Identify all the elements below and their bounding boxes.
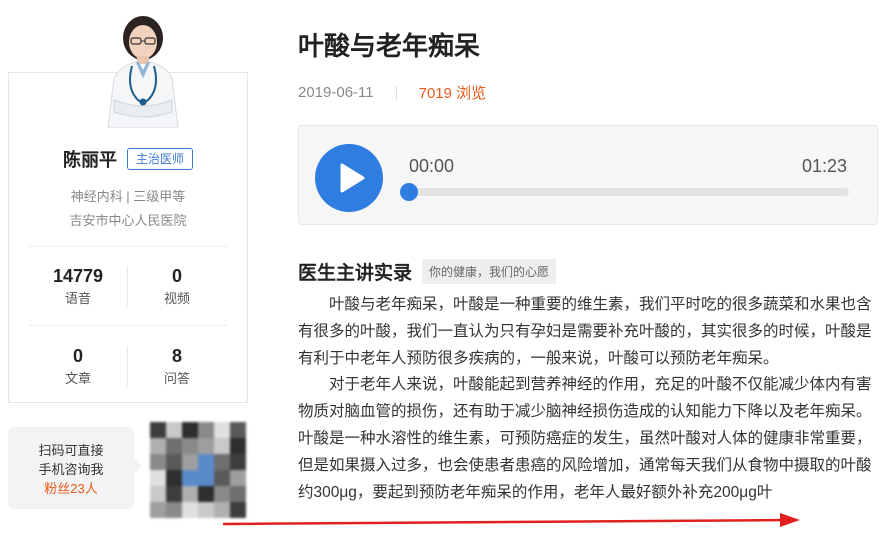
qr-cell <box>182 422 198 438</box>
qr-cell <box>150 502 166 518</box>
consult-prompt: 扫码可直接 手机咨询我 粉丝23人 <box>8 427 134 509</box>
qr-cell <box>198 454 214 470</box>
qr-cell <box>214 470 230 486</box>
qr-cell <box>150 486 166 502</box>
stat-qa-label: 问答 <box>163 371 190 386</box>
qr-cell <box>166 470 182 486</box>
qr-cell <box>150 470 166 486</box>
play-icon <box>340 163 365 193</box>
qr-cell <box>166 438 182 454</box>
article-paragraph: 叶酸与老年痴呆，叶酸是一种重要的维生素，我们平时吃的很多蔬菜和水果也含有很多的叶… <box>298 296 872 367</box>
qr-cell <box>182 470 198 486</box>
stat-voice-value: 14779 <box>52 266 104 286</box>
doctor-title-badge: 主治医师 <box>126 148 193 170</box>
stat-articles-value: 0 <box>72 346 83 366</box>
stats-divider-middle <box>28 325 228 326</box>
stat-qa[interactable]: 8 问答 <box>127 345 227 387</box>
qr-cell <box>214 438 230 454</box>
audio-progress-handle[interactable] <box>400 183 418 201</box>
qr-cell <box>166 422 182 438</box>
article-paragraph: 对于老年人来说，叶酸能起到营养神经的作用，充足的叶酸不仅能减少体内有害物质对脑血… <box>298 376 872 501</box>
article-title: 叶酸与老年痴呆 <box>298 31 481 61</box>
qr-cell <box>182 502 198 518</box>
qr-cell <box>198 422 214 438</box>
audio-progress-track[interactable] <box>409 188 849 196</box>
fans-count: 粉丝23人 <box>44 481 98 496</box>
meta-separator <box>395 85 397 100</box>
qr-cell <box>150 422 166 438</box>
section-tag: 你的健康，我们的心愿 <box>422 259 557 284</box>
qr-cell <box>230 486 246 502</box>
qr-cell <box>150 454 166 470</box>
qr-cell <box>198 470 214 486</box>
stat-voice-label: 语音 <box>64 291 91 306</box>
stat-video-value: 0 <box>171 266 182 286</box>
qr-cell <box>214 486 230 502</box>
article-date: 2019-06-11 <box>298 84 374 101</box>
qr-cell <box>166 454 182 470</box>
qr-cell <box>230 422 246 438</box>
consult-line-2: 手机咨询我 <box>38 462 104 477</box>
stat-voice[interactable]: 14779 语音 <box>28 265 128 307</box>
play-button[interactable] <box>315 144 383 212</box>
stat-video[interactable]: 0 视频 <box>127 265 227 307</box>
qr-cell <box>214 454 230 470</box>
stat-articles-label: 文章 <box>64 371 91 386</box>
doctor-avatar[interactable] <box>100 8 186 128</box>
qr-cell <box>198 438 214 454</box>
doctor-hospital[interactable]: 吉安市中心人民医院 <box>8 210 248 229</box>
consult-line-1: 扫码可直接 <box>38 443 104 458</box>
qr-cell <box>230 470 246 486</box>
stat-video-label: 视频 <box>163 291 190 306</box>
qr-cell <box>182 454 198 470</box>
qr-cell <box>214 422 230 438</box>
qr-cell <box>230 438 246 454</box>
article-body: 叶酸与老年痴呆，叶酸是一种重要的维生素，我们平时吃的很多蔬菜和水果也含有很多的叶… <box>298 292 876 506</box>
qr-cell <box>166 486 182 502</box>
doctor-department: 神经内科 | 三级甲等 <box>70 189 186 204</box>
qr-cell <box>166 502 182 518</box>
article-meta: 2019-06-11 7019 浏览 <box>298 82 486 103</box>
stat-articles[interactable]: 0 文章 <box>28 345 128 387</box>
doctor-name-row: 陈丽平 主治医师 <box>8 146 248 172</box>
doctor-name: 陈丽平 <box>62 150 117 170</box>
qr-cell <box>150 438 166 454</box>
stats-divider-top <box>28 246 228 247</box>
article-views: 7019 浏览 <box>418 85 487 102</box>
qr-code <box>150 422 246 518</box>
audio-total-time: 01:23 <box>801 156 847 176</box>
audio-current-time: 00:00 <box>409 156 455 176</box>
section-header: 医生主讲实录 你的健康，我们的心愿 <box>298 258 557 285</box>
section-title: 医生主讲实录 <box>298 263 413 284</box>
red-arrow-annotation <box>222 513 800 527</box>
qr-cell <box>198 502 214 518</box>
consult-pointer <box>134 458 142 474</box>
qr-cell <box>182 486 198 502</box>
qr-cell <box>230 454 246 470</box>
stat-qa-value: 8 <box>171 346 182 366</box>
qr-cell <box>198 486 214 502</box>
qr-cell <box>182 438 198 454</box>
audio-player: 00:00 01:23 <box>298 125 878 225</box>
